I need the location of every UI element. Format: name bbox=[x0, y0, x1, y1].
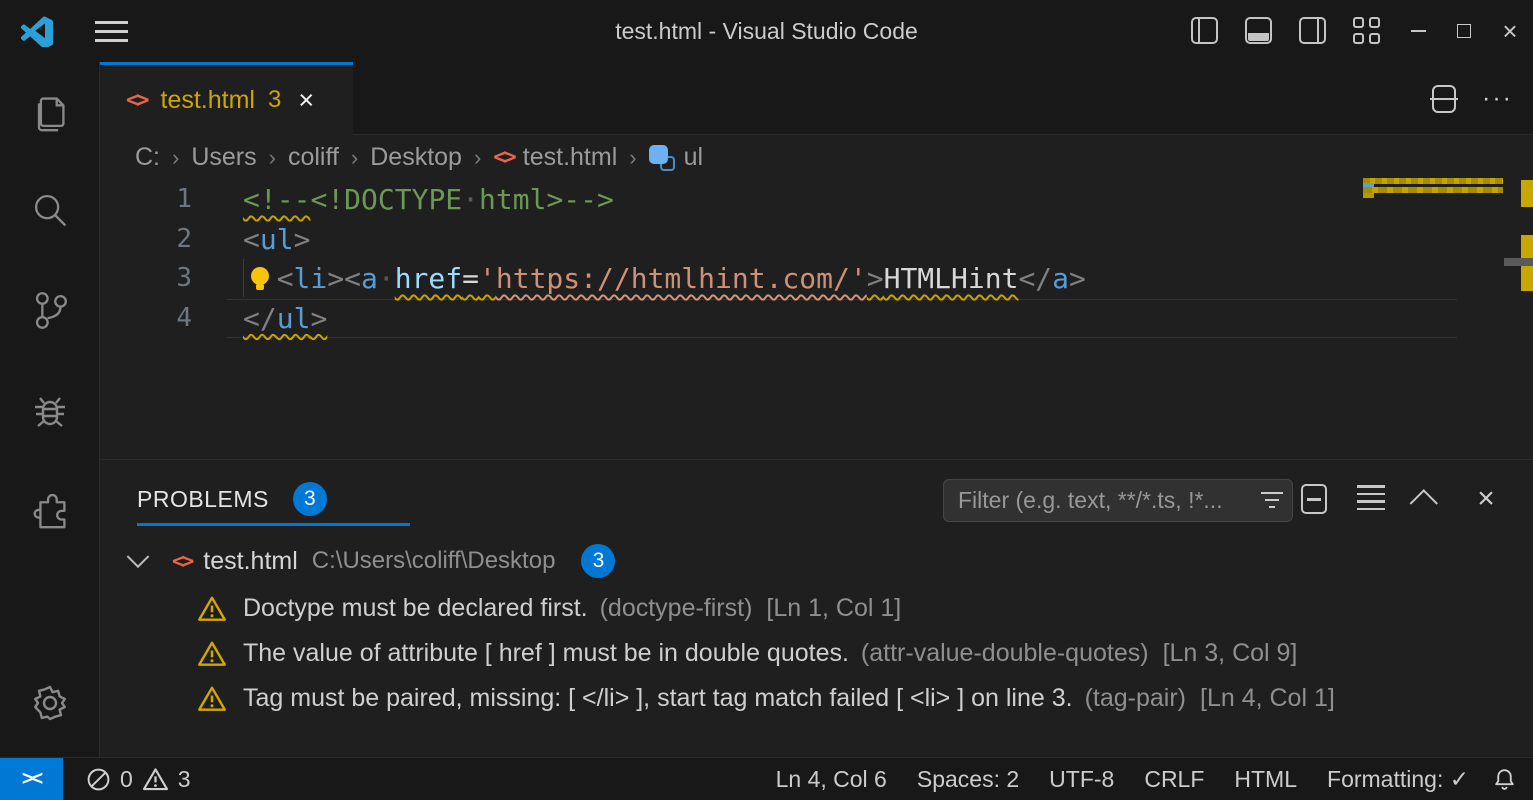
tab-problems[interactable]: PROBLEMS 3 bbox=[137, 482, 327, 516]
filter-icon[interactable] bbox=[1260, 491, 1284, 511]
warning-icon bbox=[197, 639, 227, 669]
overview-ruler-warning-mark bbox=[1521, 180, 1533, 207]
warning-count: 3 bbox=[178, 766, 191, 793]
symbol-element-icon bbox=[649, 145, 675, 171]
warning-icon bbox=[197, 684, 227, 714]
files-icon bbox=[27, 89, 73, 135]
breadcrumb-drive[interactable]: C: bbox=[135, 143, 160, 172]
gear-icon bbox=[26, 679, 74, 727]
sidebar-item-source-control[interactable] bbox=[0, 274, 100, 346]
breadcrumb-coliff[interactable]: coliff bbox=[288, 143, 339, 172]
notifications-bell-icon[interactable] bbox=[1492, 766, 1517, 792]
vscode-window: test.html - Visual Studio Code × bbox=[0, 0, 1533, 800]
sidebar-item-run-debug[interactable] bbox=[0, 374, 100, 446]
problems-count-badge: 3 bbox=[293, 482, 327, 516]
toggle-secondary-sidebar-icon[interactable] bbox=[1299, 17, 1326, 44]
manage-settings-gear[interactable] bbox=[0, 667, 100, 739]
html-file-icon: <> bbox=[493, 145, 514, 170]
problems-file-row[interactable]: <> test.html C:\Users\coliff\Desktop 3 bbox=[100, 541, 1533, 581]
active-panel-tab-underline bbox=[137, 523, 410, 526]
html-file-icon: <> bbox=[126, 88, 147, 113]
line-number: 4 bbox=[100, 299, 192, 339]
source-control-icon bbox=[27, 287, 73, 333]
lightbulb-icon[interactable] bbox=[247, 265, 273, 293]
sidebar-item-search[interactable] bbox=[0, 175, 100, 247]
breadcrumb-file[interactable]: test.html bbox=[523, 143, 617, 172]
sidebar-item-explorer[interactable] bbox=[0, 76, 100, 148]
menu-hamburger-icon[interactable] bbox=[95, 21, 128, 42]
debug-bug-icon bbox=[26, 386, 74, 434]
code-line-3: <li><a·href='https://htmlhint.com/'>HTML… bbox=[243, 259, 1086, 299]
code-line-2: <ul> bbox=[243, 220, 310, 260]
editor-tab-bar: <> test.html 3 × ··· bbox=[100, 62, 1533, 135]
minimize-button[interactable] bbox=[1395, 0, 1441, 62]
indent-guide bbox=[243, 259, 277, 297]
collapse-all-icon[interactable] bbox=[1357, 482, 1385, 516]
close-window-button[interactable]: × bbox=[1487, 0, 1533, 62]
warning-icon bbox=[197, 594, 227, 624]
activity-bar bbox=[0, 62, 100, 757]
minimap[interactable] bbox=[1363, 178, 1503, 202]
overview-ruler-cursor-mark bbox=[1504, 258, 1533, 266]
toggle-panel-icon[interactable] bbox=[1245, 17, 1272, 44]
tab-test-html[interactable]: <> test.html 3 × bbox=[100, 62, 353, 135]
remote-indicator[interactable]: >< bbox=[0, 758, 63, 800]
code-editor[interactable]: 1 <!--<!DOCTYPE·html>--> 2 <ul> 3 <li><a… bbox=[100, 180, 1533, 459]
problem-row-3[interactable]: Tag must be paired, missing: [ </li> ], … bbox=[100, 676, 1533, 721]
status-eol[interactable]: CRLF bbox=[1129, 758, 1219, 800]
status-indentation[interactable]: Spaces: 2 bbox=[902, 758, 1034, 800]
search-icon bbox=[27, 188, 73, 234]
close-panel-icon[interactable]: × bbox=[1471, 482, 1501, 516]
chevron-right-icon: › bbox=[474, 145, 481, 171]
status-problems[interactable]: 0 3 bbox=[86, 758, 191, 800]
problems-filter bbox=[943, 479, 1293, 522]
customize-layout-icon[interactable] bbox=[1353, 17, 1380, 44]
error-count: 0 bbox=[120, 766, 133, 793]
maximize-panel-icon[interactable] bbox=[1413, 482, 1443, 516]
more-actions-icon[interactable]: ··· bbox=[1482, 84, 1513, 113]
breadcrumb-symbol[interactable]: ul bbox=[684, 143, 703, 172]
status-language[interactable]: HTML bbox=[1219, 758, 1312, 800]
split-editor-icon[interactable] bbox=[1432, 85, 1456, 113]
view-as-table-icon[interactable] bbox=[1299, 482, 1329, 516]
extensions-puzzle-icon bbox=[27, 485, 73, 531]
problem-row-2[interactable]: The value of attribute [ href ] must be … bbox=[100, 631, 1533, 676]
chevron-down-icon[interactable] bbox=[127, 545, 150, 568]
line-number: 3 bbox=[100, 259, 192, 299]
line-number: 1 bbox=[100, 180, 192, 220]
problems-filter-input[interactable] bbox=[944, 487, 1260, 514]
breadcrumb: C: › Users › coliff › Desktop › <> test.… bbox=[100, 135, 1533, 180]
html-file-icon: <> bbox=[172, 549, 191, 573]
error-icon bbox=[86, 767, 111, 792]
status-bar: >< 0 3 Ln 4, Col 6 Spaces: 2 UTF-8 CRLF … bbox=[0, 757, 1533, 800]
maximize-button[interactable] bbox=[1441, 0, 1487, 62]
chevron-right-icon: › bbox=[351, 145, 358, 171]
problems-panel: PROBLEMS 3 × <> test.html C:\Users\colif… bbox=[100, 459, 1533, 757]
line-number: 2 bbox=[100, 220, 192, 260]
tab-close-icon[interactable]: × bbox=[298, 85, 314, 116]
tab-problem-badge: 3 bbox=[268, 86, 281, 114]
chevron-right-icon: › bbox=[269, 145, 276, 171]
file-problem-badge: 3 bbox=[581, 544, 615, 578]
status-formatting[interactable]: Formatting: ✓ bbox=[1312, 758, 1484, 800]
sidebar-item-extensions[interactable] bbox=[0, 472, 100, 544]
chevron-right-icon: › bbox=[629, 145, 636, 171]
status-cursor-position[interactable]: Ln 4, Col 6 bbox=[761, 758, 902, 800]
breadcrumb-users[interactable]: Users bbox=[191, 143, 256, 172]
tab-label: test.html bbox=[161, 86, 255, 115]
warning-icon bbox=[142, 766, 169, 793]
title-bar: test.html - Visual Studio Code × bbox=[0, 0, 1533, 62]
chevron-right-icon: › bbox=[172, 145, 179, 171]
code-line-4: </ul> bbox=[243, 299, 327, 339]
code-line-1: <!--<!DOCTYPE·html>--> bbox=[243, 180, 614, 220]
status-encoding[interactable]: UTF-8 bbox=[1034, 758, 1129, 800]
problem-row-1[interactable]: Doctype must be declared first. (doctype… bbox=[100, 586, 1533, 631]
breadcrumb-desktop[interactable]: Desktop bbox=[370, 143, 462, 172]
toggle-primary-sidebar-icon[interactable] bbox=[1191, 17, 1218, 44]
vscode-logo-icon bbox=[21, 15, 53, 47]
